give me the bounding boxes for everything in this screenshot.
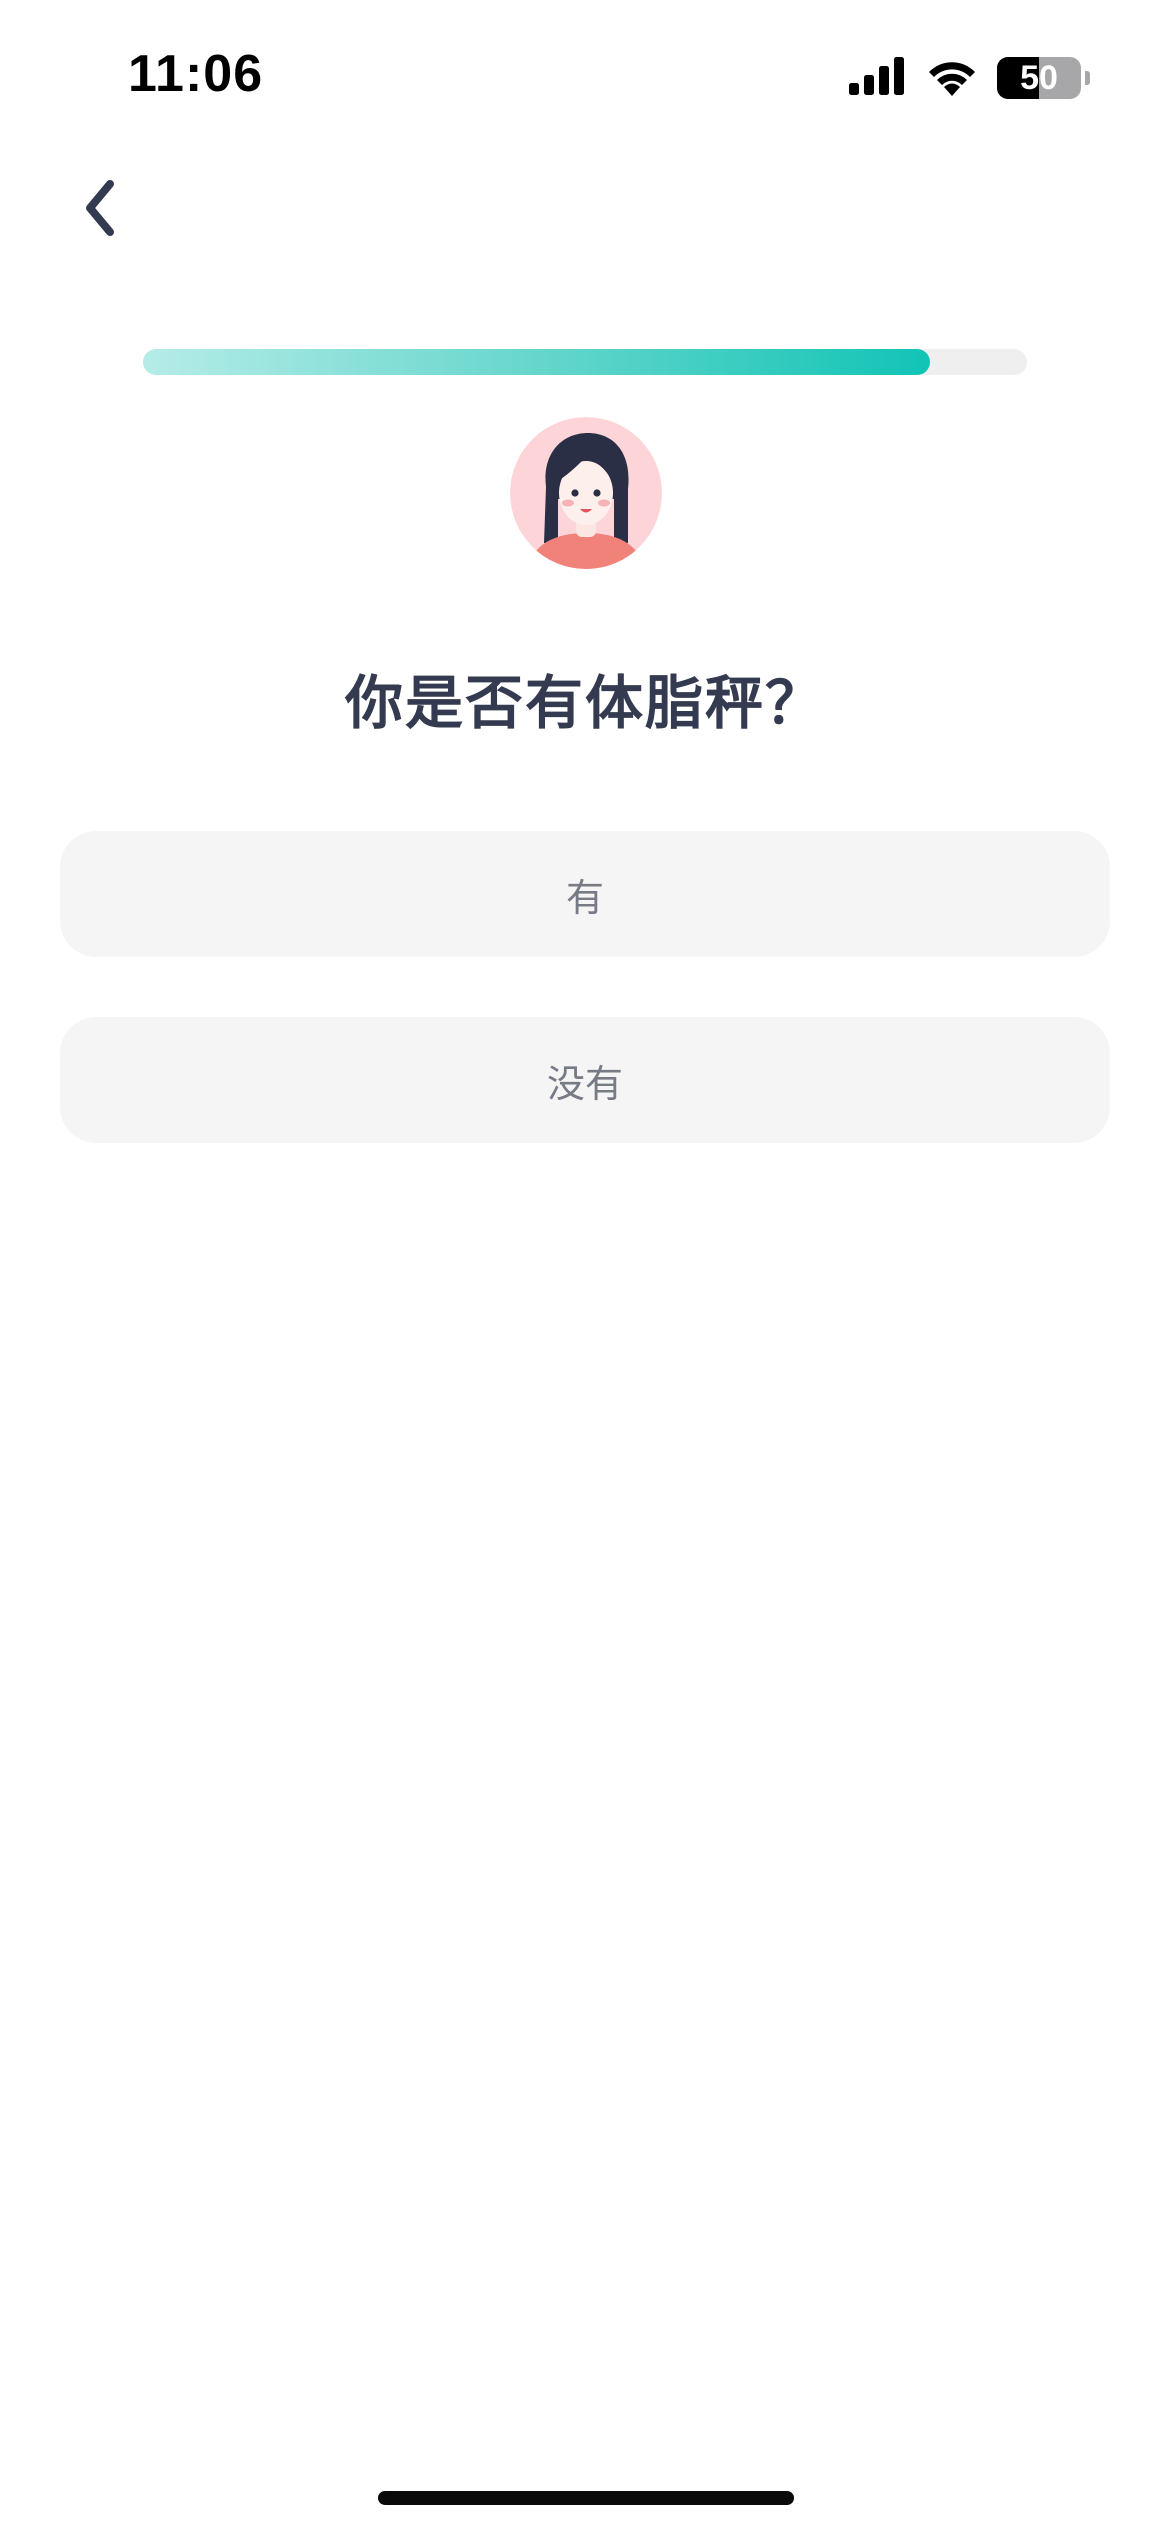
battery-icon: 50: [997, 57, 1081, 99]
cellular-signal-icon: [849, 57, 907, 99]
wifi-icon: [925, 56, 979, 100]
chevron-left-icon: [78, 178, 122, 242]
status-bar: 11:06 50: [0, 0, 1170, 150]
back-button[interactable]: [50, 160, 150, 260]
battery-level: 50: [1020, 58, 1058, 97]
battery-cap: [1085, 71, 1090, 85]
question-title: 你是否有体脂秤？: [344, 669, 825, 737]
avatar: [510, 417, 662, 569]
option-yes-button[interactable]: 有: [60, 831, 1110, 957]
progress-fill: [143, 349, 930, 375]
option-no-button[interactable]: 没有: [60, 1017, 1110, 1143]
status-time: 11:06: [128, 45, 264, 103]
home-indicator[interactable]: [378, 2491, 794, 2505]
status-icons: 50: [849, 56, 1090, 100]
avatar-woman-illustration: [510, 417, 662, 569]
progress-bar: [143, 349, 1027, 375]
